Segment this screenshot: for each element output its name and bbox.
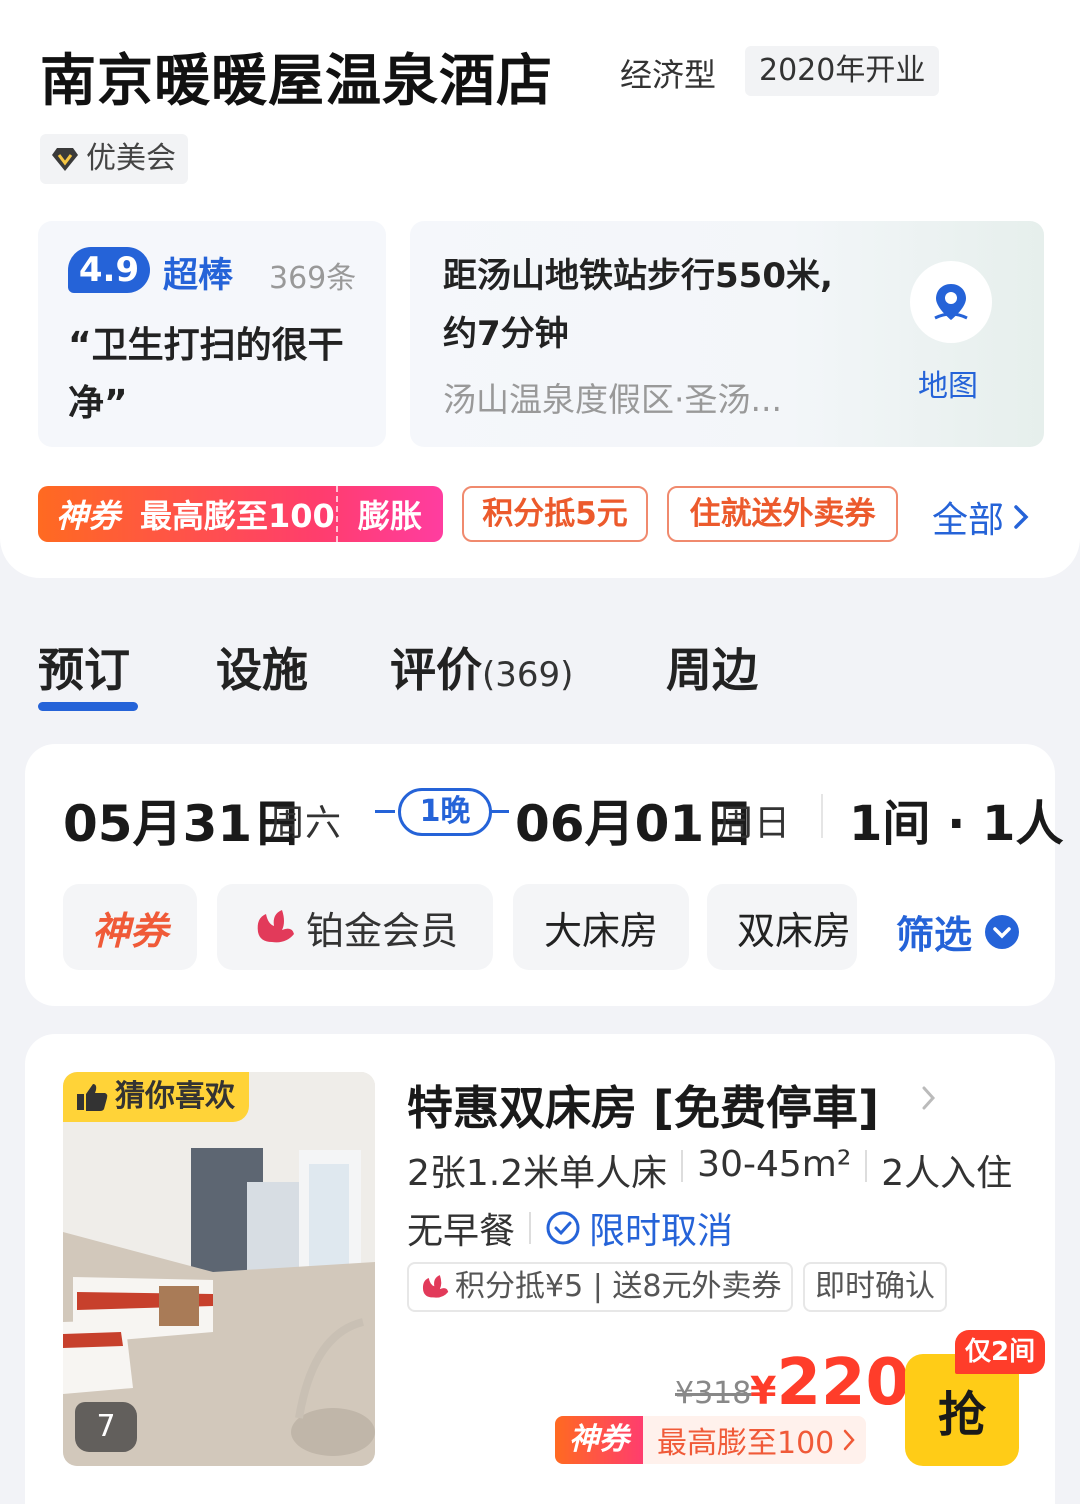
original-price: ¥318 [675,1376,752,1411]
filter-chip-twin-label: 双床房 [737,908,852,953]
tab-nearby[interactable]: 周边 [666,634,758,700]
spec-divider [865,1150,868,1182]
recommend-tag: 猜你喜欢 [63,1072,249,1122]
spec-divider [681,1150,684,1182]
tab-facilities-label: 设施 [216,643,308,697]
bed-info: 2张1.2米单人床 [407,1153,668,1194]
rooms-guests-selector[interactable]: 1间 · 1人 [849,784,1063,854]
shen-coupon-label: 神券 [56,497,121,535]
room-occupancy: 2人入住 [881,1153,1013,1194]
filter-button[interactable]: 筛选 [896,904,1020,959]
nights-connector-left [375,810,395,813]
tab-booking[interactable]: 预订 [38,634,130,700]
review-quote: “卫生打扫的很干净” [68,325,344,424]
rating-summary[interactable]: 4.9 超棒 369条 “卫生打扫的很干净” [38,221,386,447]
checkout-weekday: 周日 [718,803,791,844]
location-area: 汤山温泉度假区·圣汤... [443,380,782,419]
benefit-tag: 积分抵¥5 | 送8元外卖券 [407,1262,794,1312]
thumbs-up-icon [77,1084,108,1111]
rating-score: 4.9 [68,247,150,293]
stock-badge: 仅2间 [955,1330,1046,1374]
rating-word: 超棒 [163,256,234,296]
booking-divider [821,794,823,838]
open-year-badge: 2020年开业 [745,46,940,96]
room-specs: 2张1.2米单人床 30-45m² 2人入住 [407,1144,1012,1196]
room-area: 30-45m² [697,1144,852,1185]
tab-reviews[interactable]: 评价(369) [390,634,573,700]
current-price: ¥220 [750,1346,910,1420]
all-promos-label: 全部 [932,500,1005,541]
checkin-weekday: 周六 [269,803,342,844]
tab-nearby-label: 周边 [666,643,758,697]
filter-label: 筛选 [896,913,973,957]
price-symbol: ¥ [750,1369,777,1413]
metro-distance: 距汤山地铁站步行550米,约7分钟 [443,256,833,354]
active-tab-indicator [38,702,138,711]
filter-chip-twin[interactable]: 双床房 [707,884,857,970]
price-value: 220 [776,1346,911,1420]
hotel-name: 南京暖暖屋温泉酒店 [40,49,553,114]
points-promo[interactable]: 积分抵5元 [462,486,648,542]
map-pin-icon [934,284,968,320]
review-count: 369条 [269,261,357,296]
chevron-down-circle-icon [985,914,1020,949]
tab-booking-label: 预订 [38,643,130,697]
tab-reviews-count: (369) [482,655,574,695]
instant-confirm-tag: 即时确认 [803,1262,947,1312]
location-summary[interactable]: 距汤山地铁站步行550米,约7分钟 汤山温泉度假区·圣汤... 地图 [410,221,1044,447]
map-button[interactable] [910,261,992,343]
platinum-member-icon [257,910,294,943]
coupon-max-label: 最高膨至100 [657,1426,835,1461]
nights-connector-right [489,810,509,813]
chevron-right-icon [1014,505,1029,529]
check-circle-icon [546,1211,580,1245]
recommend-label: 猜你喜欢 [115,1079,235,1114]
hotel-type: 经济型 [620,56,717,94]
policy-divider [529,1212,532,1244]
filter-chip-king[interactable]: 大床房 [513,884,689,970]
room-title[interactable]: 特惠双床房 [免费停車] [407,1072,879,1138]
photo-count: 7 [75,1402,137,1452]
membership-label: 优美会 [86,141,176,176]
booking-card: 05月31日 周六 1晚 06月01日 周日 1间 · 1人 神券 铂金会员 大… [25,744,1063,1006]
filter-chip-platinum[interactable]: 铂金会员 [217,884,493,970]
coupon-shen-label: 神券 [555,1416,643,1464]
hotel-header-card: 南京暖暖屋温泉酒店 经济型 2020年开业 优美会 4.9 超棒 369条 “卫… [0,0,1080,578]
all-promos-link[interactable]: 全部 [932,491,1030,543]
filter-chip-shen-label: 神券 [91,908,168,953]
room-policy: 无早餐 限时取消 [407,1202,733,1254]
cancel-policy[interactable]: 限时取消 [589,1202,733,1254]
filter-chip-king-label: 大床房 [543,908,658,953]
max-expand-label: 最高膨至100 [140,497,335,535]
shen-coupon-promo[interactable]: 神券 最高膨至100 膨胀 [38,486,443,542]
tab-reviews-label: 评价 [390,643,482,697]
filter-chip-shen[interactable]: 神券 [63,884,197,970]
coupon-chevron-right-icon [844,1429,855,1451]
filter-chip-platinum-label: 铂金会员 [305,908,458,953]
expand-label: 膨胀 [358,497,423,535]
breakfast-info: 无早餐 [407,1211,516,1252]
checkin-date[interactable]: 05月31日 [63,784,302,856]
membership-badge[interactable]: 优美会 [40,134,188,184]
platinum-member-icon [422,1275,449,1298]
room-chevron-right-icon [922,1086,936,1110]
benefit-label: 积分抵¥5 | 送8元外卖券 [455,1269,782,1304]
room-photo[interactable]: 猜你喜欢 7 [63,1072,375,1466]
map-label[interactable]: 地图 [918,361,978,405]
room-card[interactable]: 猜你喜欢 7 特惠双床房 [免费停車] 2张1.2米单人床 30-45m² 2人… [25,1034,1055,1504]
coupon-expand-strip[interactable]: 神券 最高膨至100 [555,1416,867,1464]
takeout-promo[interactable]: 住就送外卖券 [667,486,898,542]
nights-badge: 1晚 [398,788,492,836]
tab-facilities[interactable]: 设施 [216,634,308,700]
diamond-heart-icon [52,148,78,171]
